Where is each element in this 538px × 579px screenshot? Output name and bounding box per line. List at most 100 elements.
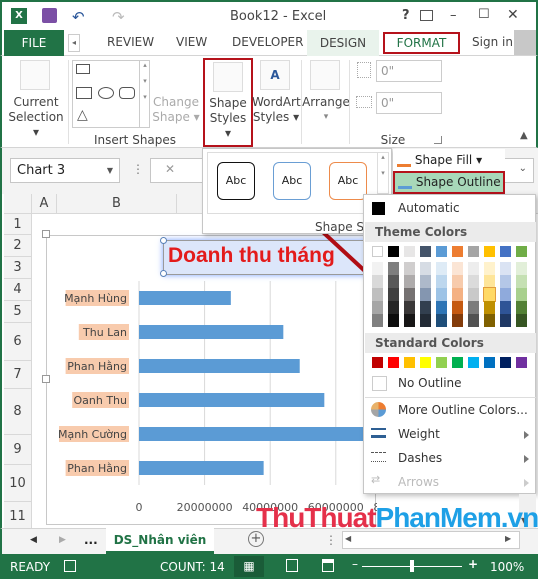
tab-file[interactable]: FILE — [4, 30, 64, 56]
theme-shade-swatch[interactable] — [484, 314, 495, 327]
theme-shade-swatch[interactable] — [452, 288, 463, 301]
theme-shade-swatch[interactable] — [500, 314, 511, 327]
size-dialog-launcher-icon[interactable] — [434, 136, 442, 144]
standard-color-swatch[interactable] — [516, 357, 527, 368]
name-box-dropdown-icon[interactable]: ▼ — [107, 159, 113, 182]
standard-color-swatch[interactable] — [372, 357, 383, 368]
tab-view[interactable]: VIEW — [176, 35, 207, 49]
tab-design[interactable]: DESIGN — [307, 30, 379, 56]
normal-view-button[interactable]: ▦ — [234, 556, 264, 577]
theme-shade-swatch[interactable] — [372, 288, 383, 301]
theme-color-swatch[interactable] — [420, 246, 431, 257]
theme-shade-swatch[interactable] — [436, 262, 447, 275]
theme-color-swatch[interactable] — [372, 246, 383, 257]
standard-color-swatch[interactable] — [404, 357, 415, 368]
shape-outline-button[interactable]: Shape Outline ▾ — [393, 171, 505, 208]
shape-style-orange[interactable]: Abc — [329, 162, 367, 200]
collapse-ribbon-icon[interactable]: ▲ — [520, 130, 528, 141]
menu-item-dashes[interactable]: Dashes — [364, 447, 535, 469]
row-header[interactable]: 9 — [4, 435, 32, 465]
ribbon-display-options-icon[interactable] — [420, 10, 433, 21]
row-header[interactable]: 3 — [4, 257, 32, 279]
help-button[interactable]: ? — [402, 8, 410, 23]
theme-shade-swatch[interactable] — [404, 262, 415, 275]
standard-color-swatch[interactable] — [420, 357, 431, 368]
maximize-button[interactable]: ☐ — [478, 7, 490, 22]
theme-color-swatch[interactable] — [452, 246, 463, 257]
theme-color-swatch[interactable] — [484, 246, 495, 257]
theme-shade-swatch[interactable] — [500, 262, 511, 275]
gallery-scroll[interactable]: ▴ ▾ — [377, 152, 389, 194]
theme-shade-swatch[interactable] — [388, 301, 399, 314]
minimize-button[interactable]: – — [450, 8, 457, 23]
theme-shade-swatch[interactable] — [452, 262, 463, 275]
theme-shade-swatch[interactable] — [452, 301, 463, 314]
theme-color-swatch[interactable] — [516, 246, 527, 257]
shape-style-blue[interactable]: Abc — [273, 162, 311, 200]
sheet-scroll-left-icon[interactable]: ◀ — [30, 535, 37, 545]
bar[interactable] — [139, 325, 284, 339]
hscroll-left-icon[interactable]: ◀ — [345, 534, 351, 543]
height-input[interactable]: 0" — [376, 60, 442, 82]
zoom-out-button[interactable]: – — [352, 557, 358, 571]
cancel-icon[interactable]: ✕ — [165, 162, 175, 176]
theme-shade-swatch[interactable] — [388, 275, 399, 288]
chart-resize-handle[interactable] — [42, 375, 50, 383]
theme-shade-swatch[interactable] — [468, 314, 479, 327]
bar[interactable] — [139, 461, 264, 475]
width-input[interactable]: 0" — [376, 92, 442, 114]
hscroll-right-icon[interactable]: ▶ — [505, 534, 511, 543]
theme-shade-swatch[interactable] — [436, 275, 447, 288]
formula-bar-grip[interactable]: ⋮ — [132, 162, 144, 176]
zoom-level[interactable]: 100% — [490, 560, 524, 574]
row-header[interactable]: 2 — [4, 235, 32, 257]
wordart-styles-button[interactable]: WordArt Styles ▾ — [252, 95, 301, 125]
standard-color-swatch[interactable] — [500, 357, 511, 368]
change-shape-button[interactable]: Change Shape ▾ — [152, 95, 200, 125]
theme-shade-swatch[interactable] — [484, 262, 495, 275]
row-header[interactable]: 8 — [4, 389, 32, 435]
theme-color-swatch[interactable] — [500, 246, 511, 257]
standard-color-swatch[interactable] — [452, 357, 463, 368]
standard-color-swatch[interactable] — [388, 357, 399, 368]
title-handle[interactable] — [160, 270, 167, 277]
shape-styles-button[interactable]: Shape Styles ▾ — [203, 58, 253, 147]
theme-shade-swatch[interactable] — [404, 288, 415, 301]
sheet-scroll-right-icon[interactable]: ▶ — [59, 535, 66, 545]
theme-shade-swatch[interactable] — [468, 262, 479, 275]
theme-shade-swatch[interactable] — [516, 262, 527, 275]
theme-shade-swatch[interactable] — [468, 301, 479, 314]
macro-record-icon[interactable] — [64, 560, 76, 572]
bar[interactable] — [139, 359, 300, 373]
page-layout-view-button[interactable] — [286, 559, 298, 572]
theme-shade-swatch[interactable] — [404, 275, 415, 288]
title-handle[interactable] — [160, 237, 167, 244]
theme-shade-swatch[interactable] — [516, 288, 527, 301]
menu-item-automatic[interactable]: Automatic — [364, 197, 535, 219]
zoom-in-button[interactable]: + — [468, 557, 478, 571]
arrange-button[interactable]: Arrange ▾ — [302, 95, 350, 125]
theme-shade-swatch[interactable] — [420, 314, 431, 327]
theme-shade-swatch[interactable] — [420, 275, 431, 288]
theme-color-swatch[interactable] — [468, 246, 479, 257]
column-header-a[interactable]: A — [32, 194, 57, 214]
theme-shade-swatch[interactable] — [420, 301, 431, 314]
standard-color-swatch[interactable] — [484, 357, 495, 368]
oval-shape-icon[interactable] — [98, 87, 114, 99]
theme-shade-swatch[interactable] — [388, 288, 399, 301]
theme-shade-swatch[interactable] — [436, 301, 447, 314]
theme-shade-swatch[interactable] — [436, 314, 447, 327]
redo-icon[interactable]: ↷ — [112, 8, 125, 26]
theme-shade-swatch[interactable] — [500, 275, 511, 288]
theme-shade-swatch[interactable] — [516, 301, 527, 314]
shapes-gallery[interactable]: △ ▴ ▾ ▾ — [72, 60, 150, 128]
rectangle-shape-icon[interactable] — [76, 87, 92, 99]
row-header[interactable]: 4 — [4, 279, 32, 301]
standard-color-swatch[interactable] — [436, 357, 447, 368]
theme-shade-swatch[interactable] — [516, 314, 527, 327]
standard-color-swatch[interactable] — [468, 357, 479, 368]
shapes-gallery-scroll[interactable]: ▴ ▾ ▾ — [139, 61, 150, 127]
theme-color-swatch[interactable] — [404, 246, 415, 257]
theme-shade-swatch[interactable] — [484, 275, 495, 288]
row-header[interactable]: 5 — [4, 301, 32, 323]
